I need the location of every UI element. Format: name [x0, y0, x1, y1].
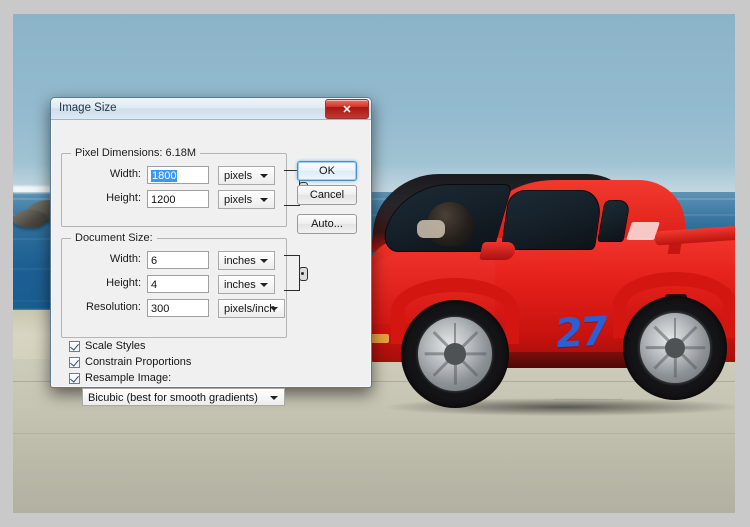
- chevron-down-icon: [260, 174, 268, 178]
- pixel-width-input[interactable]: 1800: [147, 166, 209, 184]
- pixel-height-input[interactable]: 1200: [147, 190, 209, 208]
- rock-formation: [13, 210, 47, 228]
- pixel-height-label: Height:: [106, 192, 141, 204]
- front-hub: [444, 343, 466, 365]
- chevron-down-icon: [260, 283, 268, 287]
- race-car: 27: [365, 166, 735, 456]
- doc-width-label: Width:: [109, 253, 141, 265]
- ok-button[interactable]: OK: [297, 161, 357, 181]
- doc-height-input[interactable]: 4: [147, 275, 209, 293]
- link-chain-icon: [299, 267, 308, 281]
- doc-height-unit-value: inches: [224, 279, 256, 291]
- constrain-proportions-label: Constrain Proportions: [85, 356, 192, 368]
- doc-height-unit-select[interactable]: inches: [218, 275, 275, 294]
- doc-link-bracket: [284, 255, 300, 291]
- car-number: 27: [553, 308, 609, 358]
- dialog-title: Image Size: [59, 102, 117, 114]
- scale-styles-label: Scale Styles: [85, 340, 146, 352]
- doc-width-unit-value: inches: [224, 255, 256, 267]
- scale-styles-checkbox[interactable]: [69, 341, 80, 352]
- pixel-dimensions-label: Pixel Dimensions: 6.18M: [71, 147, 201, 159]
- cancel-button[interactable]: Cancel: [297, 185, 357, 205]
- side-mirror: [479, 242, 517, 260]
- resolution-input[interactable]: 300: [147, 299, 209, 317]
- rear-wheel: [623, 296, 727, 400]
- image-size-dialog: Image Size ✕ Pixel Dimensions: 6.18M Wid…: [50, 97, 372, 406]
- pixel-height-unit-value: pixels: [224, 194, 253, 206]
- doc-width-unit-select[interactable]: inches: [218, 251, 275, 270]
- chevron-down-icon: [270, 307, 278, 311]
- resample-image-checkbox[interactable]: [69, 373, 80, 384]
- pixel-height-unit-select[interactable]: pixels: [218, 190, 275, 209]
- screen: 27 Image Size ✕ Pixel Dimensions: 6.18M …: [0, 0, 750, 527]
- pixel-width-unit-select[interactable]: pixels: [218, 166, 275, 185]
- front-wheel: [401, 300, 509, 408]
- doc-height-label: Height:: [106, 277, 141, 289]
- resolution-unit-select[interactable]: pixels/inch: [218, 299, 285, 318]
- chevron-down-icon: [270, 396, 278, 400]
- doc-width-input[interactable]: 6: [147, 251, 209, 269]
- resolution-unit-value: pixels/inch: [224, 303, 276, 315]
- close-icon[interactable]: ✕: [325, 99, 369, 119]
- pixel-width-value: 1800: [151, 170, 178, 182]
- resample-method-value: Bicubic (best for smooth gradients): [88, 392, 258, 404]
- side-window: [500, 190, 604, 250]
- chevron-down-icon: [260, 259, 268, 263]
- resample-image-label: Resample Image:: [85, 372, 172, 384]
- resolution-label: Resolution:: [85, 301, 141, 313]
- resample-method-select[interactable]: Bicubic (best for smooth gradients): [82, 388, 285, 406]
- document-size-label: Document Size:: [71, 232, 157, 244]
- driver-hand: [417, 220, 445, 238]
- pixel-width-label: Width:: [109, 168, 141, 180]
- pixel-width-unit-value: pixels: [224, 170, 253, 182]
- auto-button[interactable]: Auto...: [297, 214, 357, 234]
- constrain-proportions-checkbox[interactable]: [69, 357, 80, 368]
- chevron-down-icon: [260, 198, 268, 202]
- dialog-titlebar[interactable]: Image Size ✕: [51, 98, 371, 120]
